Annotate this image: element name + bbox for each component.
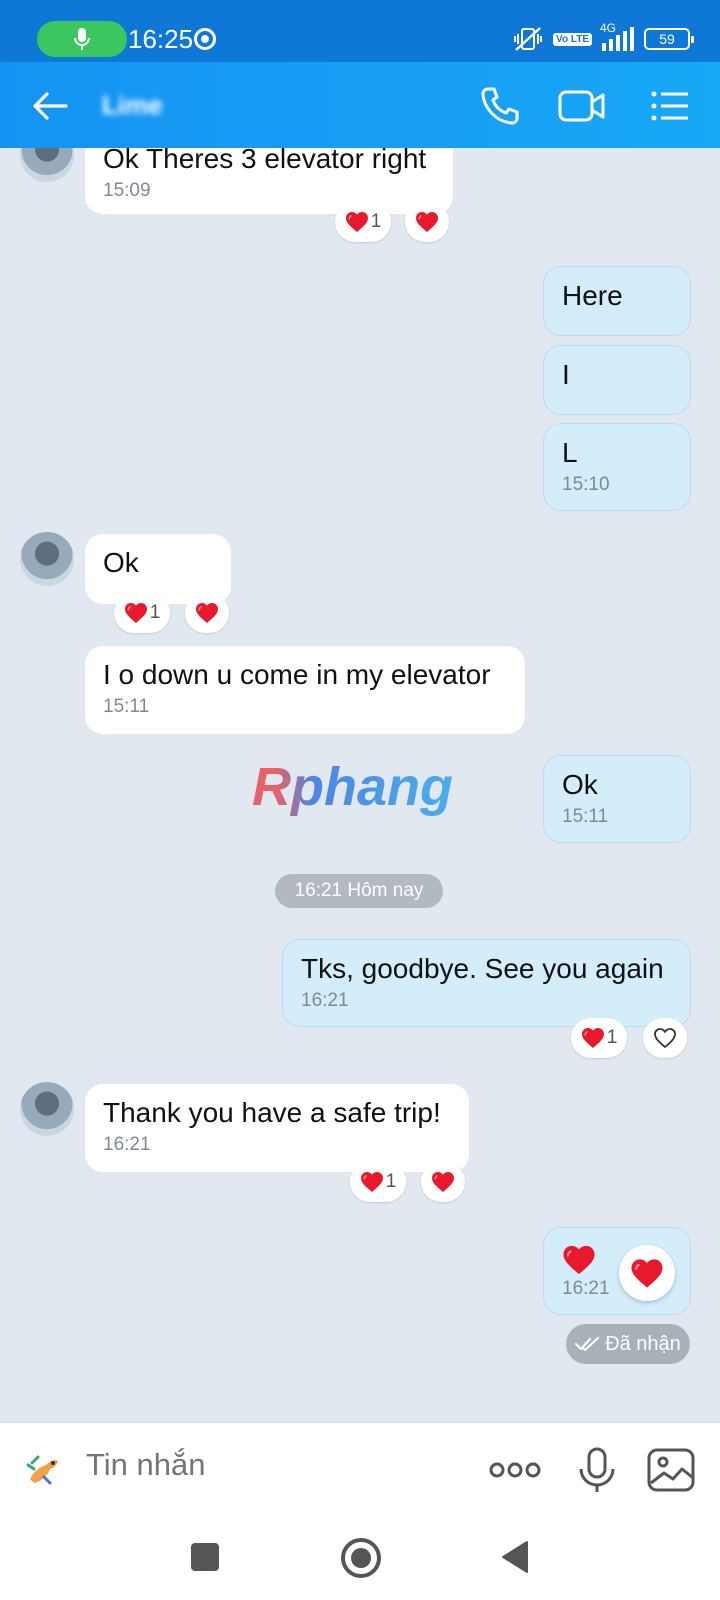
chat-header: Lime — [0, 62, 720, 148]
sticker-icon[interactable] — [24, 1449, 64, 1489]
heart-icon — [345, 211, 369, 233]
vibrate-off-icon — [514, 27, 543, 51]
message-bubble[interactable]: Thank you have a safe trip! 16:21 — [85, 1084, 469, 1172]
heart-emoji — [562, 1244, 596, 1276]
contact-avatar[interactable] — [20, 1082, 74, 1136]
battery-icon: 59 — [644, 28, 694, 50]
reaction-count-badge[interactable]: 1 — [335, 202, 391, 242]
message-time: 16:21 — [103, 1134, 151, 1155]
heart-icon — [415, 211, 439, 233]
react-heart-button[interactable] — [405, 202, 449, 242]
message-text: I — [562, 359, 570, 390]
heart-icon — [195, 602, 219, 624]
message-bubble[interactable]: I — [543, 345, 691, 415]
contact-avatar[interactable] — [20, 532, 74, 586]
double-check-icon — [575, 1336, 600, 1352]
message-text: Here — [562, 280, 623, 311]
voice-record-icon[interactable] — [572, 1445, 622, 1495]
system-navigation-bar — [0, 1514, 720, 1600]
reaction-count-badge[interactable]: 1 — [114, 593, 170, 633]
message-text: Tks, goodbye. See you again — [301, 953, 664, 984]
video-call-icon[interactable] — [557, 84, 607, 128]
message-time: 15:09 — [103, 180, 151, 201]
message-input[interactable] — [86, 1447, 386, 1483]
delivery-status: Đã nhận — [566, 1324, 690, 1364]
message-bubble[interactable]: Tks, goodbye. See you again 16:21 — [282, 939, 691, 1027]
react-heart-button[interactable] — [421, 1162, 465, 1202]
location-icon — [194, 28, 216, 50]
message-text: Ok — [103, 547, 139, 578]
phone-icon[interactable] — [478, 84, 522, 128]
heart-reaction-badge[interactable] — [619, 1245, 675, 1301]
heart-icon — [431, 1171, 455, 1193]
message-list[interactable]: Ok Theres 3 elevator right 15:09 1 Here … — [0, 62, 720, 1422]
message-bubble[interactable]: I o down u come in my elevator 15:11 — [85, 646, 525, 734]
back-nav-icon[interactable] — [495, 1536, 537, 1578]
react-heart-outline-button[interactable] — [643, 1018, 687, 1058]
signal-icon: 4G — [600, 21, 634, 51]
message-text: I o down u come in my elevator — [103, 659, 491, 690]
gallery-icon[interactable] — [646, 1445, 696, 1495]
network-type: 4G — [600, 21, 617, 35]
message-time: 16:21 — [301, 990, 349, 1011]
status-bar: 16:25 Vo LTE 4G 59 — [0, 0, 720, 62]
status-time: 16:25 — [128, 24, 194, 54]
reaction-count: 1 — [370, 211, 382, 232]
more-options-icon[interactable] — [488, 1445, 542, 1495]
delivery-status-text: Đã nhận — [605, 1332, 681, 1355]
heart-icon — [124, 602, 148, 624]
reaction-count-badge[interactable]: 1 — [571, 1018, 627, 1058]
date-divider: 16:21 Hôm nay — [275, 874, 443, 908]
message-bubble[interactable]: Ok 15:11 — [543, 755, 691, 843]
message-bubble[interactable]: L 15:10 — [543, 423, 691, 511]
message-text: Ok — [562, 769, 598, 800]
react-heart-button[interactable] — [185, 593, 229, 633]
contact-name[interactable]: Lime — [102, 90, 163, 121]
back-arrow-icon[interactable] — [30, 86, 70, 126]
recent-apps-icon[interactable] — [184, 1536, 226, 1578]
reaction-count: 1 — [149, 602, 161, 623]
message-text: Thank you have a safe trip! — [103, 1097, 441, 1128]
heart-icon — [360, 1171, 384, 1193]
reaction-count-badge[interactable]: 1 — [350, 1162, 406, 1202]
volte-badge: Vo LTE — [553, 32, 592, 46]
message-time: 15:11 — [103, 696, 150, 717]
watermark-logo: Rphang — [252, 757, 453, 817]
menu-list-icon[interactable] — [648, 84, 692, 128]
reaction-count: 1 — [385, 1171, 397, 1192]
message-time: 15:11 — [562, 806, 609, 827]
composer-bar — [0, 1422, 720, 1514]
message-bubble[interactable]: Here — [543, 266, 691, 336]
heart-icon — [630, 1258, 664, 1289]
reaction-count: 1 — [606, 1027, 618, 1048]
heart-icon — [581, 1027, 605, 1049]
home-icon[interactable] — [339, 1536, 383, 1580]
message-time: 15:10 — [562, 474, 610, 495]
mic-active-indicator[interactable] — [37, 21, 127, 57]
status-icons: Vo LTE 4G 59 — [513, 21, 694, 52]
microphone-icon — [74, 28, 90, 50]
message-text: L — [562, 437, 578, 468]
heart-outline-icon — [653, 1027, 677, 1049]
